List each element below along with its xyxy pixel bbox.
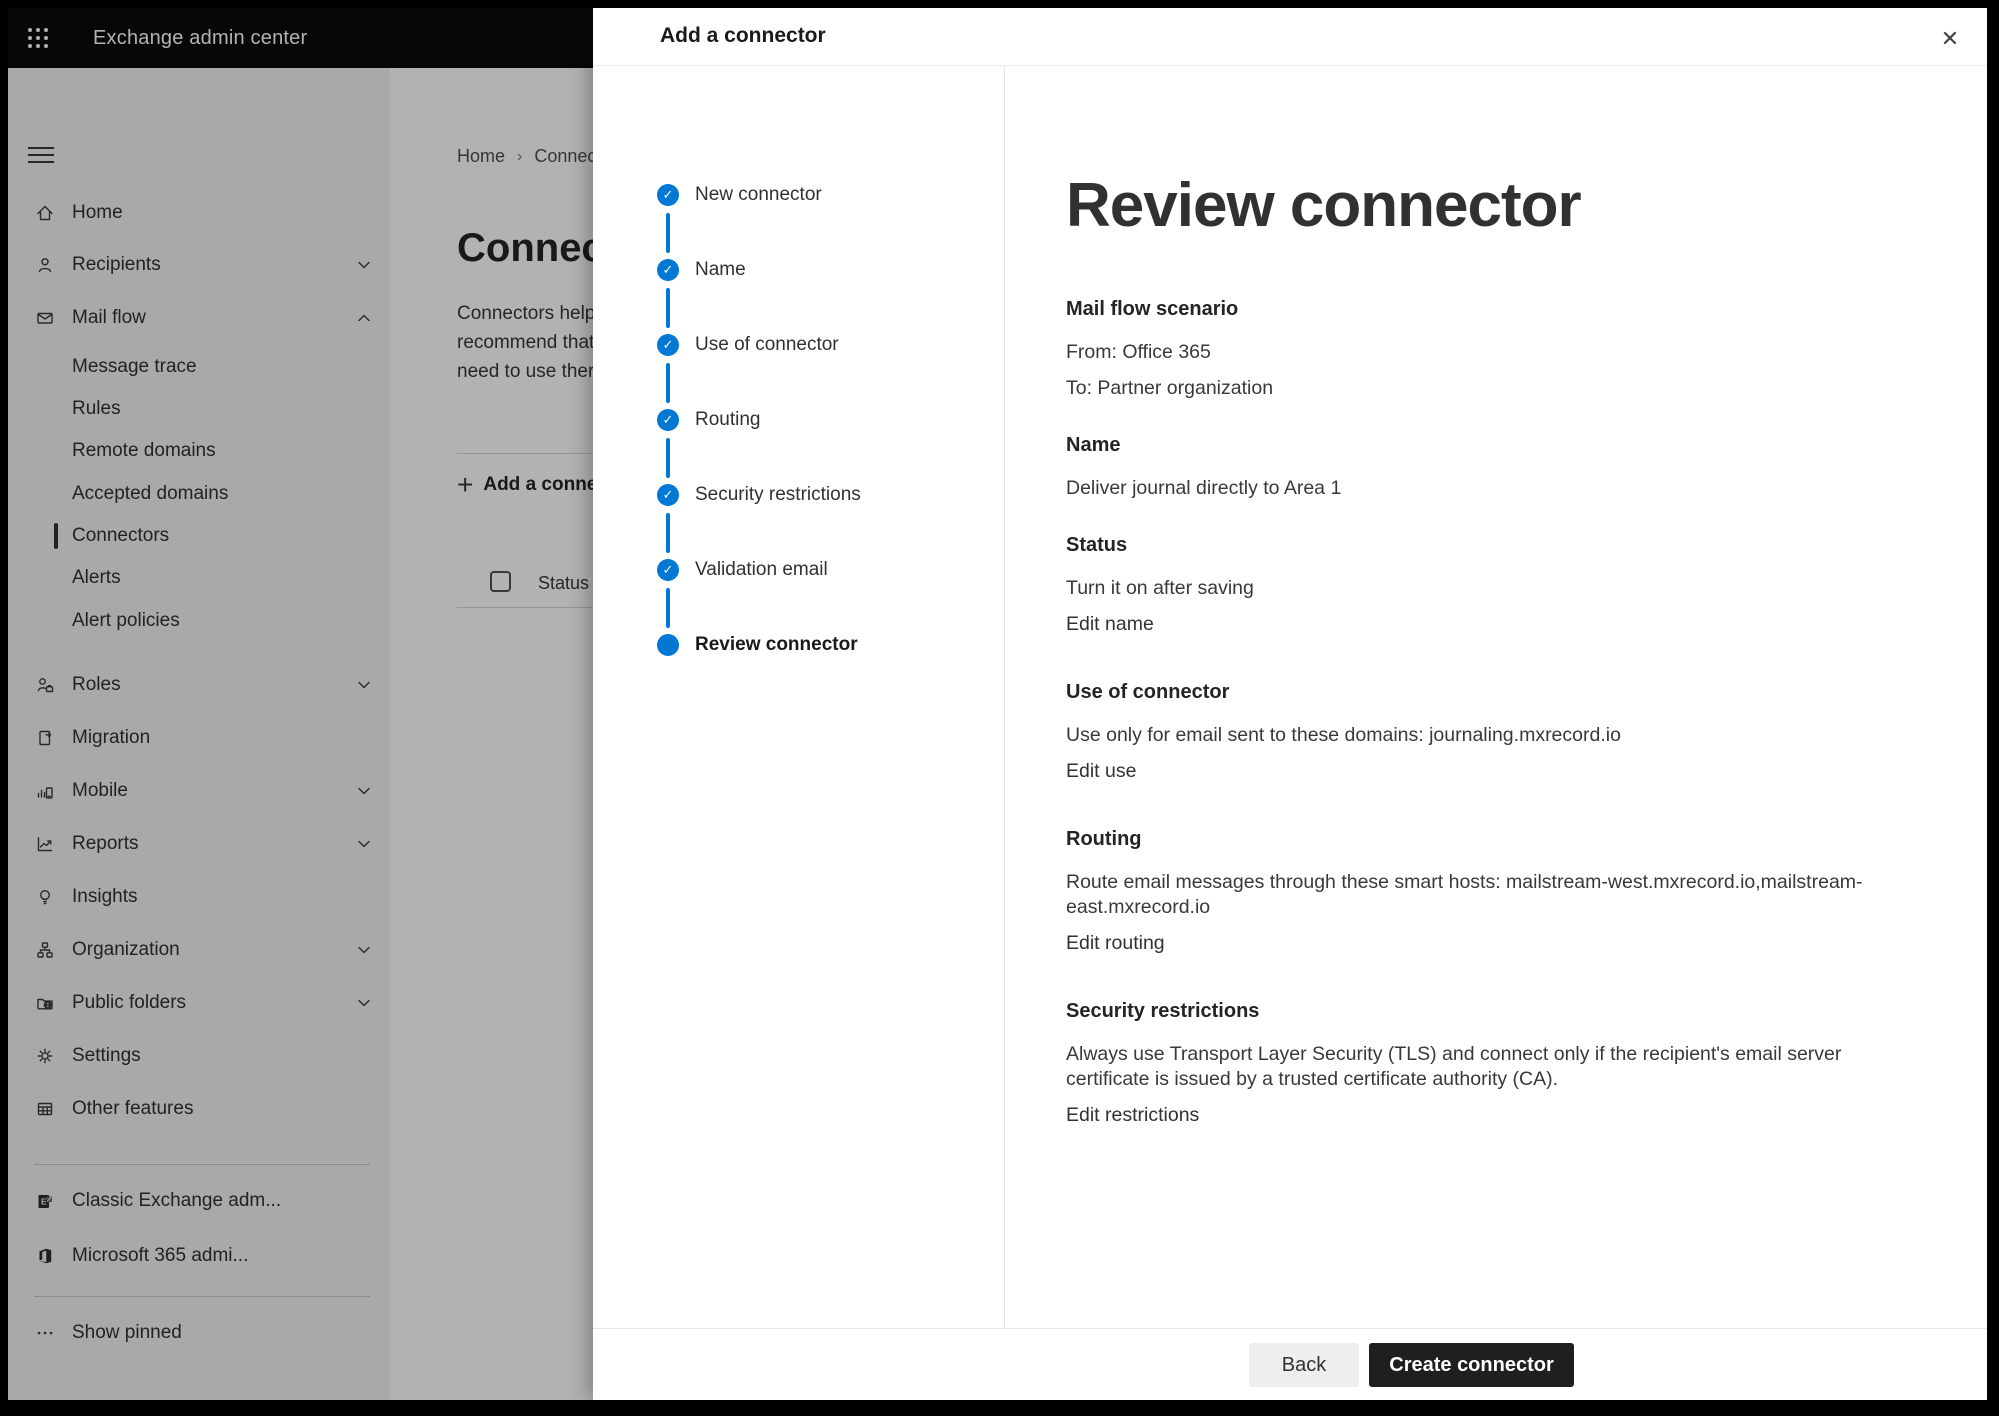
screenshot-frame: Exchange admin center HomeRecipientsMail… (0, 0, 1999, 1416)
wizard-step-label: Security restrictions (695, 484, 861, 506)
add-connector-dialog: Add a connector ✕ ✓ New connector ✓ Name ✓ Us… (593, 8, 1987, 1400)
wizard-step-routing[interactable]: ✓ Routing (593, 405, 1005, 435)
step-completed-check-icon: ✓ (657, 484, 679, 506)
wizard-step-name[interactable]: ✓ Name (593, 255, 1005, 285)
dialog-header: Add a connector ✕ (593, 8, 1987, 66)
review-section-header: Status (1066, 533, 1866, 558)
wizard-step-label: Routing (695, 409, 761, 431)
wizard-step-label: Review connector (695, 634, 858, 656)
step-connector-line (666, 288, 670, 328)
step-completed-check-icon: ✓ (657, 259, 679, 281)
step-current-icon (657, 634, 679, 656)
step-completed-check-icon: ✓ (657, 334, 679, 356)
wizard-step-label: New connector (695, 184, 822, 206)
review-text: Route email messages through these smart… (1066, 870, 1866, 920)
exchange-admin-app: Exchange admin center HomeRecipientsMail… (8, 8, 1987, 1400)
edit-link[interactable]: Edit restrictions (1066, 1103, 1199, 1128)
wizard-steps-panel: ✓ New connector ✓ Name ✓ Use of connector ✓ Rou… (593, 66, 1005, 1328)
review-text: From: Office 365 (1066, 340, 1866, 365)
wizard-step-security-restrictions[interactable]: ✓ Security restrictions (593, 480, 1005, 510)
step-connector-line (666, 213, 670, 253)
review-section-header: Security restrictions (1066, 999, 1866, 1024)
close-icon[interactable]: ✕ (1933, 22, 1967, 56)
wizard-step-new-connector[interactable]: ✓ New connector (593, 180, 1005, 210)
back-button[interactable]: Back (1249, 1343, 1359, 1387)
step-connector-line (666, 588, 670, 628)
wizard-step-label: Validation email (695, 559, 828, 581)
wizard-step-label: Use of connector (695, 334, 839, 356)
edit-link[interactable]: Edit use (1066, 759, 1136, 784)
dialog-body: ✓ New connector ✓ Name ✓ Use of connector ✓ Rou… (593, 66, 1987, 1328)
wizard-step-use-of-connector[interactable]: ✓ Use of connector (593, 330, 1005, 360)
review-text: Turn it on after saving (1066, 576, 1866, 601)
review-text: To: Partner organization (1066, 376, 1866, 401)
step-connector-line (666, 513, 670, 553)
edit-link[interactable]: Edit routing (1066, 931, 1165, 956)
create-connector-button[interactable]: Create connector (1369, 1343, 1574, 1387)
review-text: Deliver journal directly to Area 1 (1066, 476, 1866, 501)
review-section-header: Use of connector (1066, 680, 1866, 705)
step-completed-check-icon: ✓ (657, 184, 679, 206)
step-completed-check-icon: ✓ (657, 409, 679, 431)
review-text: Use only for email sent to these domains… (1066, 723, 1866, 748)
review-section-header: Name (1066, 433, 1866, 458)
step-connector-line (666, 363, 670, 403)
wizard-step-label: Name (695, 259, 746, 281)
step-completed-check-icon: ✓ (657, 559, 679, 581)
wizard-step-validation-email[interactable]: ✓ Validation email (593, 555, 1005, 585)
review-text: Always use Transport Layer Security (TLS… (1066, 1042, 1866, 1092)
dialog-title: Add a connector (660, 24, 826, 48)
review-section-header: Routing (1066, 827, 1866, 852)
dialog-footer: Back Create connector (593, 1328, 1987, 1400)
step-connector-line (666, 438, 670, 478)
review-section-header: Mail flow scenario (1066, 297, 1866, 322)
edit-link[interactable]: Edit name (1066, 612, 1154, 637)
review-panel: Review connector Mail flow scenario From:… (1066, 170, 1866, 1139)
review-heading: Review connector (1066, 170, 1866, 241)
wizard-step-review-connector[interactable]: Review connector (593, 630, 1005, 660)
